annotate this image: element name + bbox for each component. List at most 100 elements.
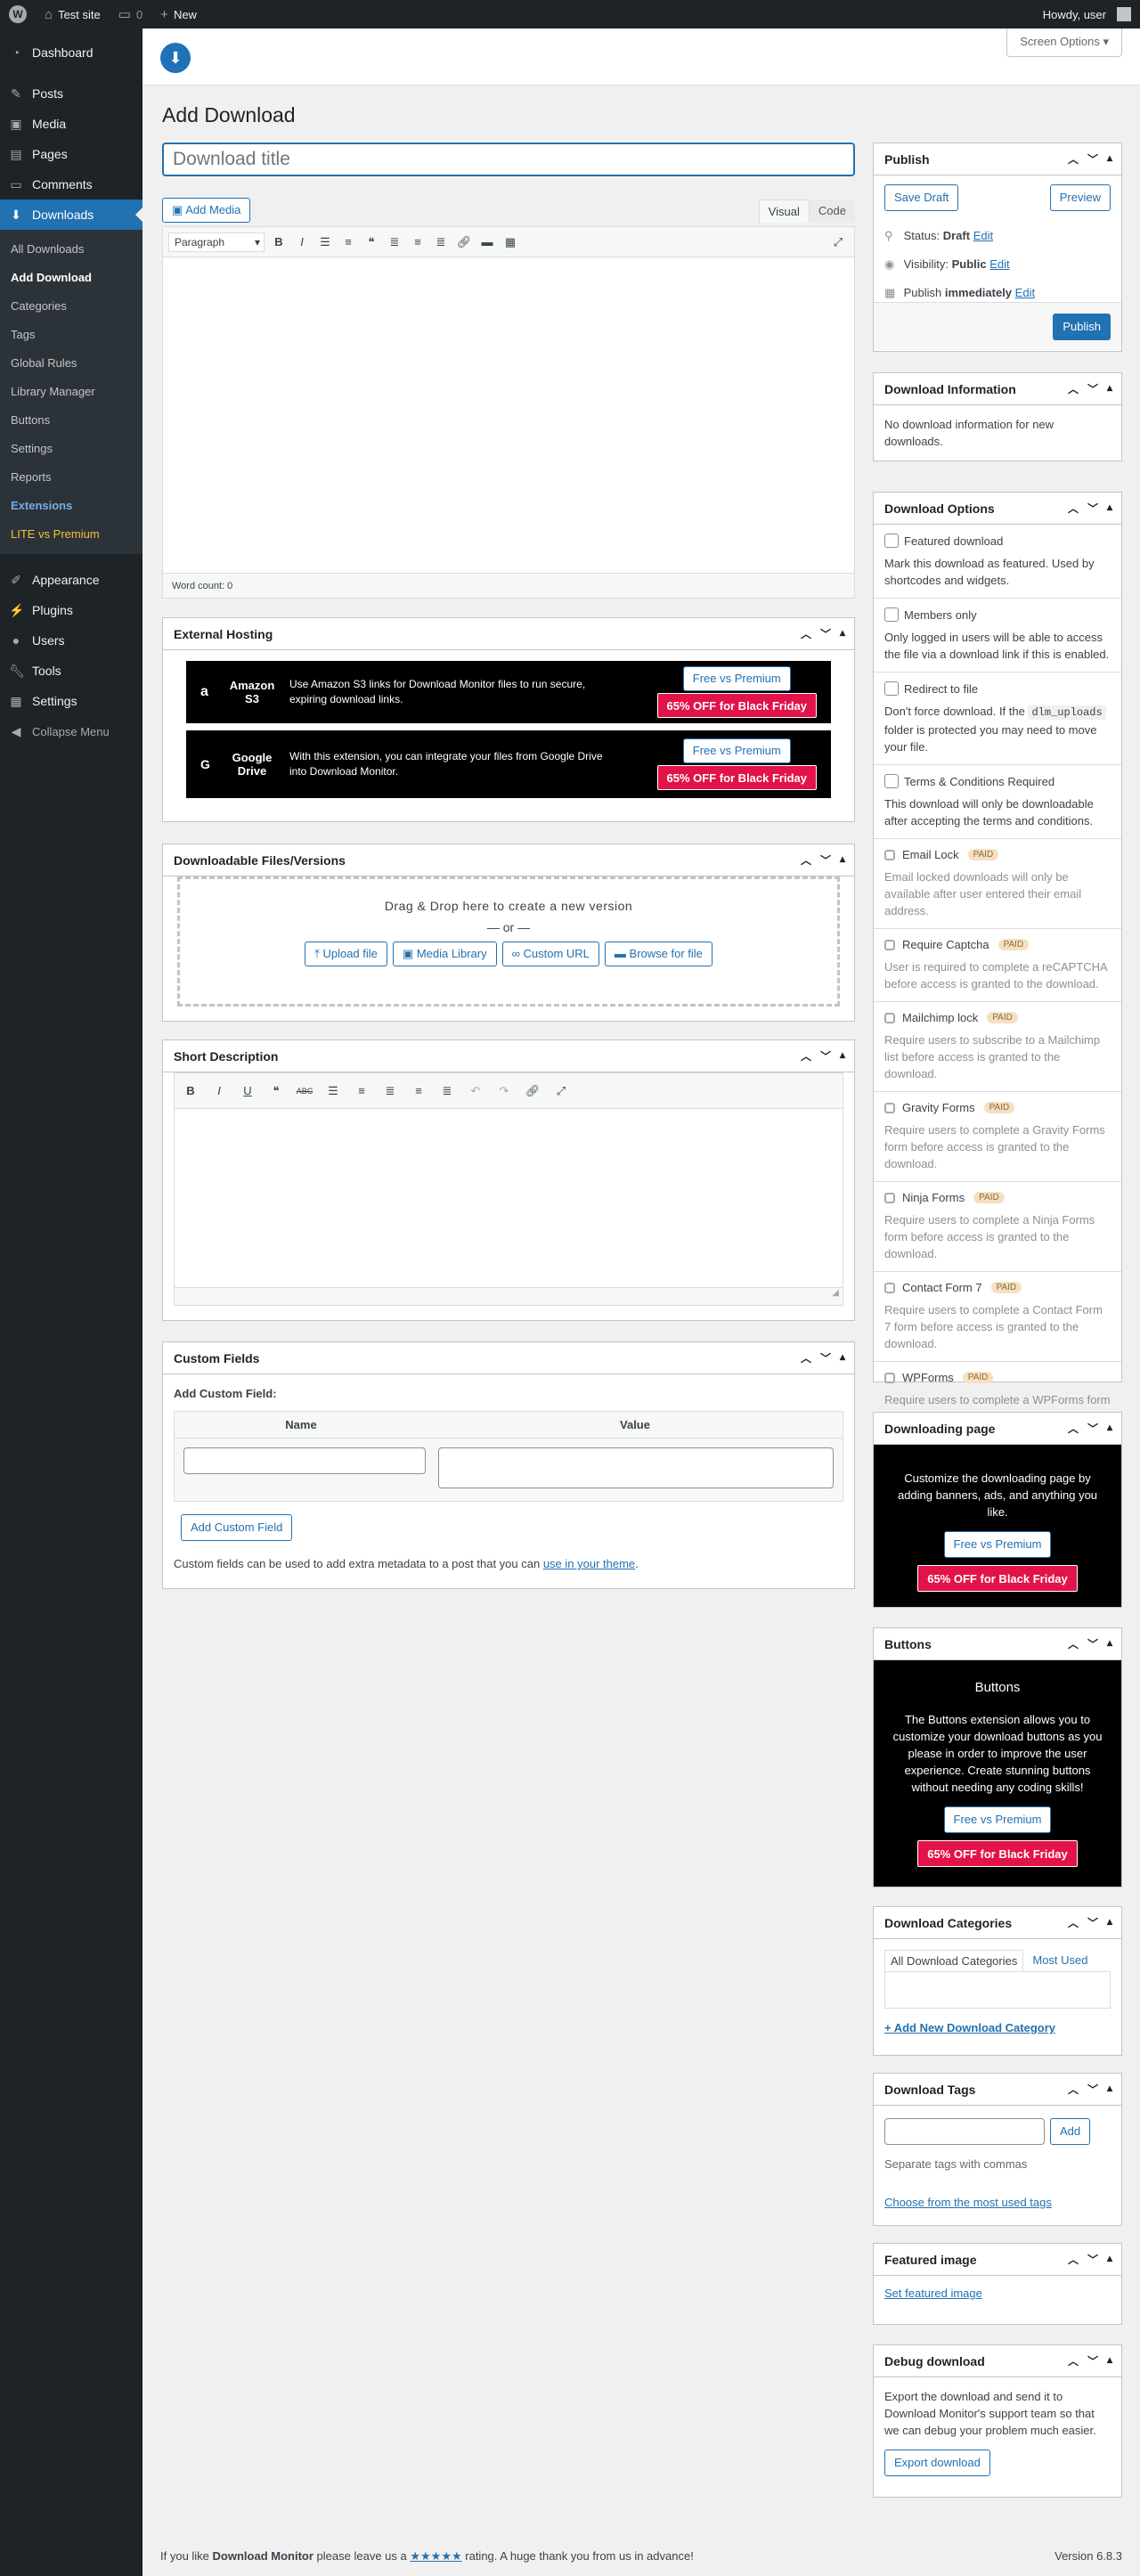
move-up-icon[interactable]: ︿ [1068,2082,1079,2097]
terms-checkbox[interactable] [884,774,899,788]
custom-url-button[interactable]: ∞ Custom URL [501,942,599,966]
move-up-icon[interactable]: ︿ [1068,381,1079,396]
edit-visibility-link[interactable]: Edit [989,257,1009,271]
add-media-button[interactable]: ▣ Add Media [162,198,251,223]
rating-stars-link[interactable]: ★★★★★ [410,2549,461,2563]
move-down-icon[interactable]: ﹀ [820,1350,831,1365]
numbered-list-icon[interactable]: ≡ [353,1084,370,1097]
bold-icon[interactable]: B [182,1084,200,1097]
publish-button[interactable]: Publish [1053,314,1111,340]
save-draft-button[interactable]: Save Draft [884,184,959,211]
submenu-add-download[interactable]: Add Download [0,264,142,292]
move-down-icon[interactable]: ﹀ [1087,1915,1098,1930]
fullscreen-icon[interactable]: ⤢ [829,235,847,249]
redirect-checkbox[interactable] [884,681,899,696]
align-right-icon[interactable]: ≣ [432,235,450,249]
strikethrough-icon[interactable]: ABC [296,1087,314,1096]
drop-zone[interactable]: Drag & Drop here to create a new version… [177,876,840,1007]
collapse-menu-button[interactable]: ◀ Collapse Menu [0,716,142,746]
toggle-panel-icon[interactable]: ▴ [1107,1421,1112,1436]
bold-icon[interactable]: B [270,235,288,249]
move-down-icon[interactable]: ﹀ [1087,1421,1098,1436]
submenu-library-manager[interactable]: Library Manager [0,378,142,406]
move-up-icon[interactable]: ︿ [1068,2353,1079,2368]
amazon-black-friday-button[interactable]: 65% OFF for Black Friday [656,693,817,718]
submenu-reports[interactable]: Reports [0,463,142,492]
align-right-icon[interactable]: ≣ [438,1084,456,1098]
read-more-icon[interactable]: ▬ [478,235,496,249]
toggle-panel-icon[interactable]: ▴ [1107,2082,1112,2097]
edit-status-link[interactable]: Edit [973,229,993,242]
toggle-panel-icon[interactable]: ▴ [1107,2353,1112,2368]
move-down-icon[interactable]: ﹀ [820,626,831,641]
menu-users[interactable]: ● Users [0,625,142,656]
toggle-panel-icon[interactable]: ▴ [1107,151,1112,167]
tab-most-used[interactable]: Most Used [1023,1950,1096,1971]
align-center-icon[interactable]: ≡ [409,235,427,249]
submenu-extensions[interactable]: Extensions [0,492,142,520]
members-only-checkbox[interactable] [884,607,899,622]
move-up-icon[interactable]: ︿ [1068,1915,1079,1930]
link-icon[interactable]: 🔗︎ [524,1084,542,1098]
media-library-button[interactable]: ▣ Media Library [392,942,497,966]
my-account-link[interactable]: Howdy, user [1034,0,1140,29]
menu-pages[interactable]: ▤ Pages [0,139,142,169]
choose-tags-link[interactable]: Choose from the most used tags [884,2196,1111,2209]
custom-field-value-input[interactable] [438,1447,834,1488]
move-up-icon[interactable]: ︿ [801,1350,811,1365]
italic-icon[interactable]: I [293,235,311,249]
submenu-all-downloads[interactable]: All Downloads [0,235,142,264]
move-up-icon[interactable]: ︿ [1068,2252,1079,2267]
move-down-icon[interactable]: ﹀ [1087,381,1098,396]
align-left-icon[interactable]: ≣ [381,1084,399,1098]
numbered-list-icon[interactable]: ≡ [339,235,357,249]
site-name-link[interactable]: ⌂ Test site [36,0,110,29]
move-up-icon[interactable]: ︿ [1068,1421,1079,1436]
underline-icon[interactable]: U [239,1084,256,1097]
bullet-list-icon[interactable]: ☰ [316,235,334,249]
link-icon[interactable]: 🔗︎ [455,235,473,249]
quote-icon[interactable]: ❝ [362,235,380,249]
toggle-panel-icon[interactable]: ▴ [840,626,845,641]
tag-input[interactable] [884,2118,1045,2145]
add-custom-field-button[interactable]: Add Custom Field [181,1514,293,1541]
fullscreen-icon[interactable]: ⤢ [552,1084,570,1098]
downloading-free-vs-premium-button[interactable]: Free vs Premium [943,1531,1052,1558]
submenu-global-rules[interactable]: Global Rules [0,349,142,378]
toggle-panel-icon[interactable]: ▴ [840,852,845,868]
add-category-link[interactable]: + Add New Download Category [884,2021,1111,2034]
move-down-icon[interactable]: ﹀ [1087,1636,1098,1651]
align-left-icon[interactable]: ≣ [386,235,403,249]
preview-button[interactable]: Preview [1049,184,1111,211]
menu-media[interactable]: ▣ Media [0,109,142,139]
menu-plugins[interactable]: ⚡ Plugins [0,595,142,625]
downloading-black-friday-button[interactable]: 65% OFF for Black Friday [917,1565,1078,1592]
drive-black-friday-button[interactable]: 65% OFF for Black Friday [656,765,817,790]
wp-logo-icon[interactable]: W [0,0,36,29]
move-down-icon[interactable]: ﹀ [1087,2082,1098,2097]
submenu-categories[interactable]: Categories [0,292,142,321]
toggle-panel-icon[interactable]: ▴ [1107,2252,1112,2267]
align-center-icon[interactable]: ≡ [410,1084,428,1097]
submenu-lite-vs-premium[interactable]: LITE vs Premium [0,520,142,549]
move-up-icon[interactable]: ︿ [801,1048,811,1064]
italic-icon[interactable]: I [210,1084,228,1097]
move-down-icon[interactable]: ﹀ [1087,151,1098,167]
move-up-icon[interactable]: ︿ [1068,151,1079,167]
upload-file-button[interactable]: ⤒ Upload file [305,942,387,966]
drive-free-vs-premium-button[interactable]: Free vs Premium [682,738,791,763]
toggle-panel-icon[interactable]: ▴ [1107,381,1112,396]
amazon-free-vs-premium-button[interactable]: Free vs Premium [682,666,791,691]
redo-icon[interactable]: ↷ [495,1084,513,1098]
featured-download-checkbox[interactable] [884,534,899,548]
toggle-panel-icon[interactable]: ▴ [840,1048,845,1064]
buttons-black-friday-button[interactable]: 65% OFF for Black Friday [917,1840,1078,1867]
tab-visual[interactable]: Visual [758,200,810,223]
toggle-panel-icon[interactable]: ▴ [1107,501,1112,516]
tab-code[interactable]: Code [809,200,855,223]
use-in-theme-link[interactable]: use in your theme [543,1557,635,1570]
menu-downloads[interactable]: ⬇ Downloads [0,200,142,230]
toggle-panel-icon[interactable]: ▴ [1107,1915,1112,1930]
edit-date-link[interactable]: Edit [1015,286,1035,299]
bullet-list-icon[interactable]: ☰ [324,1084,342,1098]
